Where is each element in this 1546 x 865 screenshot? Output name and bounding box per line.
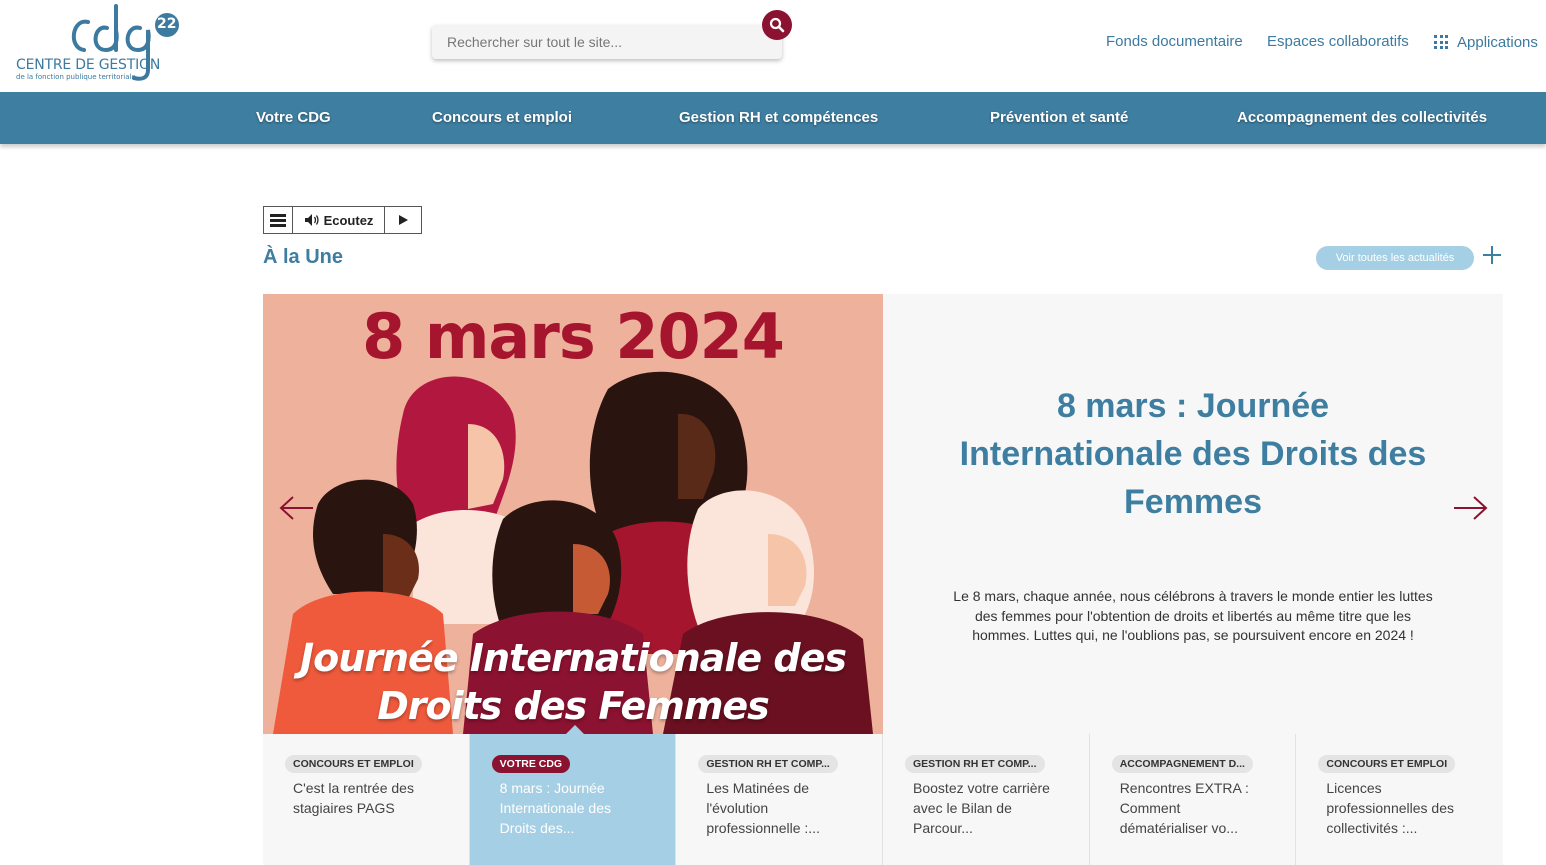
news-tab-active[interactable]: VOTRE CDG 8 mars : Journée International… <box>469 725 677 865</box>
nav-prevention-sante[interactable]: Prévention et santé <box>990 109 1128 126</box>
slide-description: Le 8 mars, chaque année, nous célébrons … <box>953 588 1433 643</box>
plus-icon[interactable] <box>1483 246 1501 264</box>
cdg22-logo[interactable]: 22 CENTRE DE GESTION de la fonction publ… <box>12 0 187 86</box>
tab-category-badge: ACCOMPAGNEMENT D... <box>1111 755 1253 773</box>
apps-grid-icon[interactable] <box>1434 35 1448 49</box>
next-arrow-icon[interactable] <box>1452 495 1488 521</box>
slide-heading[interactable]: 8 mars : Journée Internationale des Droi… <box>943 382 1443 526</box>
tab-category-badge: GESTION RH ET COMP... <box>905 755 1045 773</box>
caption-line-2: Droits des Femmes <box>377 684 770 728</box>
news-tab[interactable]: GESTION RH ET COMP... Les Matinées de l'… <box>676 734 884 865</box>
news-tab[interactable]: GESTION RH ET COMP... Boostez votre carr… <box>883 734 1090 865</box>
slide-text-panel: 8 mars : Journée Internationale des Droi… <box>883 294 1503 734</box>
tab-category-badge: GESTION RH ET COMP... <box>698 755 838 773</box>
nav-accompagnement[interactable]: Accompagnement des collectivités <box>1237 109 1487 126</box>
nav-votre-cdg[interactable]: Votre CDG <box>256 109 331 126</box>
menu-icon[interactable] <box>264 207 293 233</box>
tab-category-badge: VOTRE CDG <box>491 755 571 773</box>
tab-category-badge: CONCOURS ET EMPLOI <box>285 755 422 773</box>
tab-title: C'est la rentrée des stagiaires PAGS <box>293 780 414 816</box>
tab-category-badge: CONCOURS ET EMPLOI <box>1318 755 1456 773</box>
news-tab[interactable]: ACCOMPAGNEMENT D... Rencontres EXTRA : C… <box>1089 734 1297 865</box>
applications-link[interactable]: Applications <box>1457 34 1538 51</box>
tab-title: Rencontres EXTRA : Comment dématérialise… <box>1119 780 1249 836</box>
active-tab-pointer <box>565 725 584 734</box>
news-tab[interactable]: CONCOURS ET EMPLOI C'est la rentrée des … <box>263 734 470 865</box>
nav-concours-emploi[interactable]: Concours et emploi <box>432 109 572 126</box>
caption-line-1: Journée Internationale des <box>299 636 847 680</box>
prev-arrow-icon[interactable] <box>279 495 315 521</box>
slide-image-caption: Journée Internationale des Droits des Fe… <box>263 634 883 730</box>
tab-title: 8 mars : Journée Internationale des Droi… <box>499 780 611 836</box>
logo-number: 22 <box>157 16 177 32</box>
voir-toutes-actualites-button[interactable]: Voir toutes les actualités <box>1316 246 1474 270</box>
search-box <box>432 25 782 59</box>
search-button[interactable] <box>762 10 792 40</box>
text-reader-toolbar: Ecoutez <box>263 206 422 234</box>
search-icon <box>769 17 785 33</box>
main-nav: Votre CDG Concours et emploi Gestion RH … <box>0 92 1546 144</box>
tab-title: Licences professionnelles des collectivi… <box>1326 780 1454 836</box>
slide-image: 8 mars 2024 Journée Internationale des D… <box>263 294 883 734</box>
speaker-icon <box>304 214 319 226</box>
section-title: À la Une <box>263 246 344 268</box>
news-tabs: CONCOURS ET EMPLOI C'est la rentrée des … <box>263 725 1504 865</box>
play-icon <box>399 215 408 225</box>
logo-subtitle: de la fonction publique territoriale <box>16 73 136 81</box>
logo-name: CENTRE DE GESTION <box>16 57 161 73</box>
listen-button[interactable]: Ecoutez <box>293 207 385 233</box>
espaces-collaboratifs-link[interactable]: Espaces collaboratifs <box>1267 33 1409 50</box>
site-header: 22 CENTRE DE GESTION de la fonction publ… <box>0 0 1546 92</box>
listen-label: Ecoutez <box>323 212 374 228</box>
fonds-documentaire-link[interactable]: Fonds documentaire <box>1106 33 1243 50</box>
nav-gestion-rh[interactable]: Gestion RH et compétences <box>679 109 878 126</box>
tab-title: Les Matinées de l'évolution professionne… <box>706 780 820 836</box>
tab-title: Boostez votre carrière avec le Bilan de … <box>913 780 1050 836</box>
play-button[interactable] <box>385 207 421 233</box>
search-input[interactable] <box>432 25 782 59</box>
news-tab[interactable]: CONCOURS ET EMPLOI Licences professionne… <box>1296 734 1504 865</box>
